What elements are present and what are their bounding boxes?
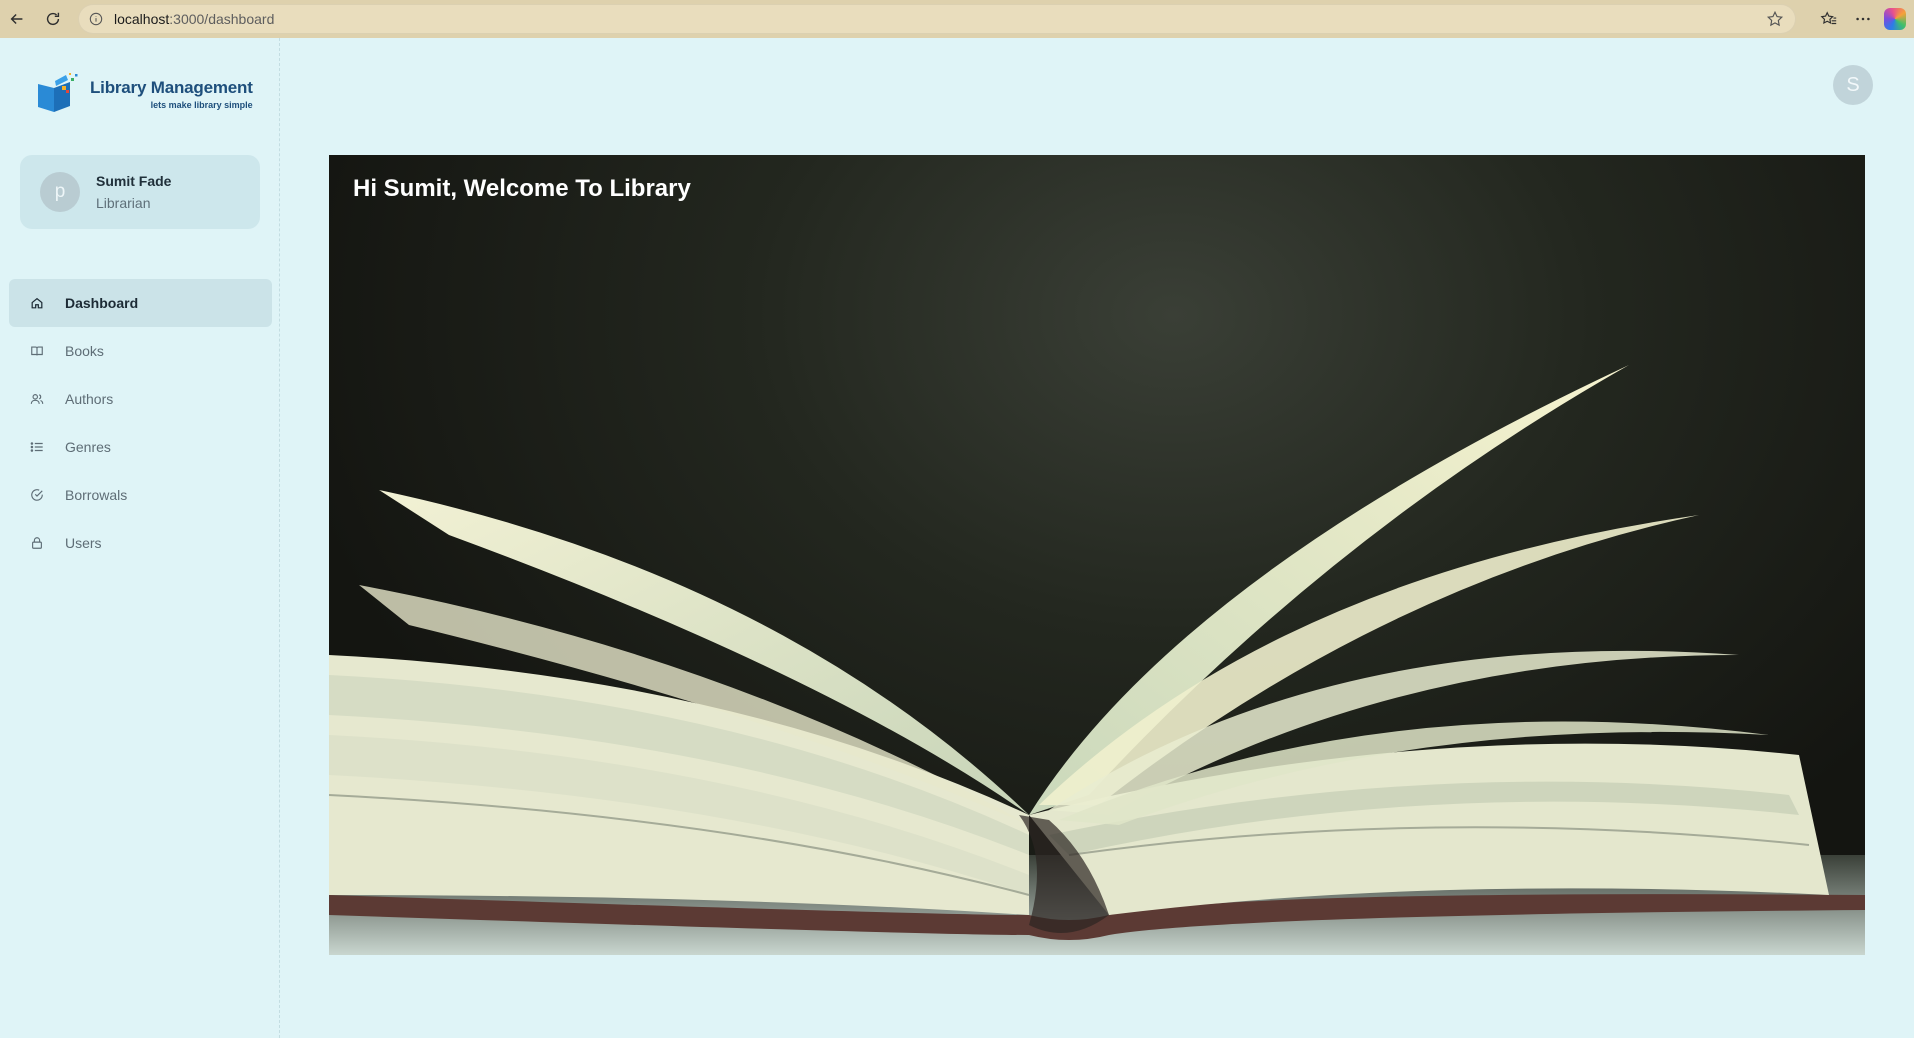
- users-icon: [29, 391, 45, 407]
- sidebar-item-label: Genres: [65, 439, 111, 455]
- info-icon[interactable]: [88, 11, 104, 27]
- back-icon[interactable]: [4, 6, 30, 32]
- star-icon[interactable]: [1766, 10, 1784, 28]
- sidebar-item-borrowals[interactable]: Borrowals: [9, 471, 272, 519]
- copilot-icon[interactable]: [1884, 8, 1906, 30]
- sidebar-item-label: Books: [65, 343, 104, 359]
- sidebar-item-label: Dashboard: [65, 295, 139, 311]
- home-icon: [29, 295, 45, 311]
- book-icon: [29, 343, 45, 359]
- brand-tagline: lets make library simple: [150, 100, 253, 110]
- more-icon[interactable]: [1850, 6, 1876, 32]
- account-avatar[interactable]: S: [1833, 65, 1873, 105]
- url-text: localhost:3000/dashboard: [114, 11, 274, 27]
- url-host: localhost: [114, 11, 170, 27]
- welcome-banner: Hi Sumit, Welcome To Library: [329, 155, 1865, 955]
- profile-avatar: p: [40, 172, 80, 212]
- reload-icon[interactable]: [40, 6, 66, 32]
- sidebar-item-label: Users: [65, 535, 102, 551]
- lock-icon: [29, 535, 45, 551]
- app-page: Library Management lets make library sim…: [0, 38, 1914, 1038]
- favorites-icon[interactable]: [1816, 6, 1842, 32]
- sidebar-item-label: Borrowals: [65, 487, 128, 503]
- sidebar-item-books[interactable]: Books: [9, 327, 272, 375]
- brand-title: Library Management: [90, 78, 253, 97]
- sidebar-item-dashboard[interactable]: Dashboard: [9, 279, 272, 327]
- open-book-illustration: [329, 365, 1865, 955]
- profile-name: Sumit Fade: [96, 173, 172, 189]
- profile-role: Librarian: [96, 195, 151, 211]
- check-circle-icon: [29, 487, 45, 503]
- profile-card[interactable]: p Sumit Fade Librarian: [20, 155, 260, 229]
- sidebar-nav: Dashboard Books Authors Genres Borrowals…: [9, 279, 272, 567]
- sidebar-item-authors[interactable]: Authors: [9, 375, 272, 423]
- url-path: :3000/dashboard: [169, 11, 275, 27]
- welcome-heading: Hi Sumit, Welcome To Library: [353, 175, 691, 202]
- sidebar-item-users[interactable]: Users: [9, 519, 272, 567]
- list-icon: [29, 439, 45, 455]
- sidebar: Library Management lets make library sim…: [0, 38, 280, 1038]
- book-logo-icon: [36, 72, 86, 114]
- sidebar-item-label: Authors: [65, 391, 114, 407]
- brand-logo[interactable]: Library Management lets make library sim…: [36, 72, 253, 114]
- browser-toolbar: localhost:3000/dashboard: [0, 0, 1914, 38]
- sidebar-item-genres[interactable]: Genres: [9, 423, 272, 471]
- browser-actions: [1816, 6, 1906, 32]
- address-bar[interactable]: localhost:3000/dashboard: [78, 4, 1796, 34]
